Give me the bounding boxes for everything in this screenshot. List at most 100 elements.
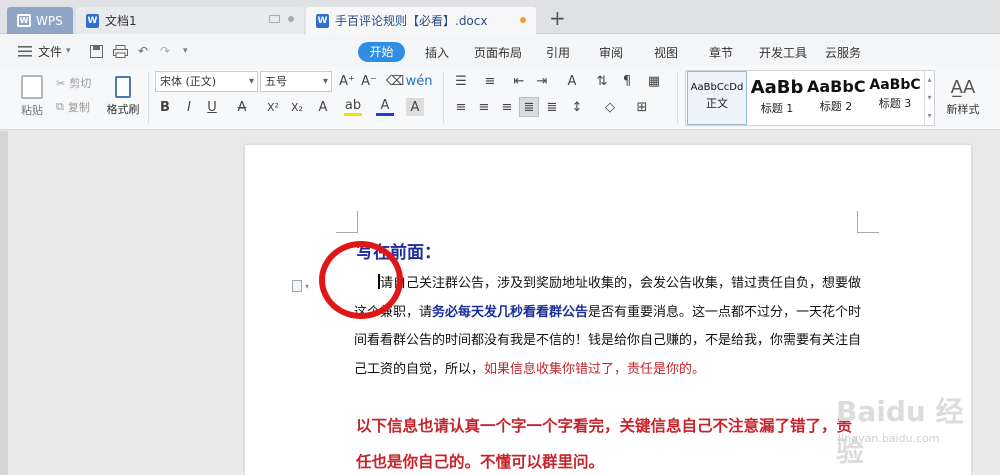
tab-insert[interactable]: 插入 bbox=[425, 44, 449, 61]
watermark-url: jingyan.baidu.com bbox=[838, 432, 940, 445]
line-spacing-icon[interactable]: ↕ bbox=[568, 98, 586, 116]
subscript-icon[interactable]: X₂ bbox=[288, 98, 306, 116]
font-color-icon[interactable]: A bbox=[376, 98, 394, 116]
highlight-icon[interactable]: ab bbox=[344, 98, 362, 116]
tab-document-2[interactable]: W 手百评论规则【必看】.docx bbox=[306, 7, 536, 34]
align-left-icon[interactable]: ≡ bbox=[452, 98, 470, 116]
clear-format-icon[interactable]: ⌫ bbox=[386, 72, 404, 90]
monitor-icon[interactable] bbox=[269, 15, 280, 23]
copy-button[interactable]: ⧉ 复制 bbox=[56, 98, 90, 116]
tab-developer[interactable]: 开发工具 bbox=[759, 44, 807, 61]
style-heading-2-sample: AaBbC bbox=[807, 77, 865, 96]
strikethrough-icon[interactable]: A bbox=[233, 98, 251, 116]
chevron-down-icon: ▾ bbox=[66, 46, 71, 56]
cut-button[interactable]: ✂ 剪切 bbox=[56, 74, 91, 92]
ribbon-divider bbox=[148, 72, 149, 124]
warning-paragraph: 以下信息也请认真一个字一个字看完，关键信息自己不注意漏了错了，责任也是你自己的。… bbox=[356, 416, 853, 471]
text-effect-icon[interactable]: A bbox=[314, 98, 332, 116]
phonetic-guide-icon[interactable]: wén bbox=[406, 72, 433, 90]
tab-view[interactable]: 视图 bbox=[654, 44, 678, 61]
redo-icon[interactable]: ↷ bbox=[160, 41, 170, 61]
align-center-icon[interactable]: ≡ bbox=[475, 98, 493, 116]
tab-sections[interactable]: 章节 bbox=[709, 44, 733, 61]
paste-button[interactable]: 粘贴 bbox=[14, 72, 50, 120]
new-style-label: 新样式 bbox=[946, 103, 980, 116]
unsaved-dot-icon[interactable] bbox=[520, 17, 526, 23]
document-icon bbox=[292, 280, 302, 292]
char-shading-icon[interactable]: A bbox=[406, 98, 424, 116]
align-right-icon[interactable]: ≡ bbox=[498, 98, 516, 116]
chinese-layout-icon[interactable]: A bbox=[563, 72, 581, 90]
format-painter-label: 格式刷 bbox=[106, 102, 140, 116]
style-heading-2-name: 标题 2 bbox=[819, 100, 853, 113]
notice-paragraph: 请自己关注群公告，涉及到奖励地址收集的，会发公告收集，错过责任自负，想要做这个兼… bbox=[354, 270, 862, 384]
table-insert-icon[interactable]: ▦ bbox=[645, 72, 663, 90]
font-size-select[interactable]: 五号 bbox=[260, 71, 332, 92]
tab-document-1-title: 文档1 bbox=[105, 14, 137, 28]
style-normal-name: 正文 bbox=[706, 97, 728, 110]
baidu-watermark: Baidu 经验 jingyan.baidu.com bbox=[830, 390, 978, 475]
style-heading-1-name: 标题 1 bbox=[760, 102, 794, 115]
tab-references[interactable]: 引用 bbox=[546, 44, 570, 61]
sort-icon[interactable]: ⇅ bbox=[593, 72, 611, 90]
bullet-list-icon[interactable]: ☰ bbox=[452, 72, 470, 90]
ribbon-toolbar: 粘贴 ✂ 剪切 ⧉ 复制 格式刷 宋体 (正文) 五号 A⁺ A⁻ ⌫ wén … bbox=[0, 66, 1000, 130]
justify-icon[interactable]: ≣ bbox=[519, 97, 539, 117]
copy-label: 复制 bbox=[67, 101, 90, 114]
show-marks-icon[interactable]: ¶ bbox=[618, 72, 636, 90]
wps-home-tab[interactable]: W WPS bbox=[7, 7, 73, 34]
tab-cloud-services[interactable]: 云服务 bbox=[825, 44, 861, 61]
word-doc-icon: W bbox=[86, 13, 99, 28]
undo-icon[interactable]: ↶ bbox=[138, 41, 148, 61]
left-panel-edge bbox=[0, 131, 8, 475]
increase-indent-icon[interactable]: ⇥ bbox=[533, 72, 551, 90]
increase-font-icon[interactable]: A⁺ bbox=[338, 72, 356, 90]
shading-icon[interactable]: ◇ bbox=[601, 98, 619, 116]
tab-home[interactable]: 开始 bbox=[358, 42, 405, 62]
margin-corner-mark bbox=[336, 211, 358, 233]
tab-page-layout[interactable]: 页面布局 bbox=[474, 44, 522, 61]
underline-icon[interactable]: U bbox=[203, 98, 221, 116]
font-name-select[interactable]: 宋体 (正文) bbox=[155, 71, 258, 92]
new-tab-button[interactable]: + bbox=[549, 8, 566, 28]
tab-document-2-title: 手百评论规则【必看】.docx bbox=[335, 14, 488, 28]
wps-tab-label: WPS bbox=[36, 13, 63, 28]
ribbon-divider bbox=[677, 72, 678, 124]
numbered-list-icon[interactable]: ≡ bbox=[481, 72, 499, 90]
title-bar: W WPS W 文档1 W 手百评论规则【必看】.docx + bbox=[0, 0, 1000, 34]
tab-review[interactable]: 审阅 bbox=[599, 44, 623, 61]
new-style-button[interactable]: A̲A 新样式 bbox=[943, 72, 983, 122]
style-heading-1-sample: AaBb bbox=[750, 77, 804, 98]
bold-icon[interactable]: B bbox=[156, 98, 174, 116]
style-normal[interactable]: AaBbCcDd 正文 bbox=[687, 71, 747, 125]
superscript-icon[interactable]: X² bbox=[264, 98, 282, 116]
format-painter-button[interactable]: 格式刷 bbox=[104, 72, 142, 120]
style-heading-3[interactable]: AaBbC 标题 3 bbox=[866, 71, 924, 125]
paragraph-warning-text: 如果信息收集你错过了，责任是你的。 bbox=[484, 361, 706, 377]
cut-label: 剪切 bbox=[69, 77, 92, 90]
tab-document-1[interactable]: W 文档1 bbox=[76, 7, 304, 34]
style-heading-1[interactable]: AaBb 标题 1 bbox=[748, 71, 806, 125]
distribute-icon[interactable]: ≣ bbox=[543, 98, 561, 116]
borders-icon[interactable]: ⊞ bbox=[633, 98, 651, 116]
clipboard-icon bbox=[21, 74, 43, 99]
decrease-font-icon[interactable]: A⁻ bbox=[360, 72, 378, 90]
hamburger-menu-icon[interactable] bbox=[18, 41, 32, 61]
save-icon[interactable] bbox=[90, 41, 103, 61]
paragraph-layout-icon[interactable]: ▾ bbox=[292, 279, 310, 293]
quick-access-dropdown-icon[interactable]: ▾ bbox=[183, 41, 188, 61]
styles-scroll[interactable]: ▴ ▾ ▾ bbox=[924, 71, 934, 125]
file-menu-label: 文件 bbox=[38, 44, 63, 59]
file-menu[interactable]: 文件 ▾ bbox=[38, 41, 71, 61]
italic-icon[interactable]: I bbox=[180, 98, 198, 116]
watermark-logo-text: Baidu 经验 bbox=[836, 395, 964, 468]
tab-close-dot-icon[interactable] bbox=[288, 16, 294, 22]
format-painter-icon bbox=[115, 75, 131, 98]
ribbon-divider bbox=[443, 72, 444, 124]
paste-label: 粘贴 bbox=[21, 103, 43, 117]
decrease-indent-icon[interactable]: ⇤ bbox=[510, 72, 528, 90]
style-heading-2[interactable]: AaBbC 标题 2 bbox=[807, 71, 865, 125]
print-icon[interactable] bbox=[113, 41, 128, 61]
red-annotation-circle bbox=[319, 241, 403, 319]
word-doc-icon: W bbox=[316, 13, 329, 28]
